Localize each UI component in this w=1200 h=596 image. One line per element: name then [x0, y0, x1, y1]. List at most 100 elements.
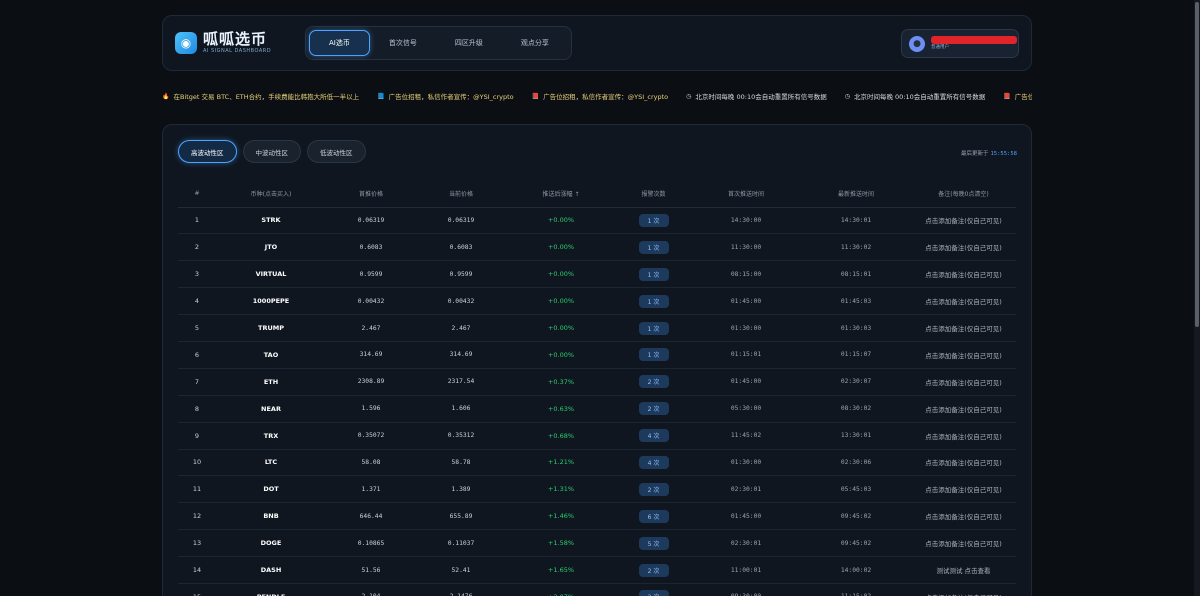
first-price: 0.9599 — [326, 260, 416, 289]
change-percent: +0.00% — [506, 341, 616, 369]
first-push-time: 01:45:00 — [691, 368, 801, 396]
first-price: 2.467 — [326, 314, 416, 342]
table-row: 15PENDLE2.1042.1476+2.07% 2 次 09:30:0011:1… — [178, 583, 1016, 596]
col-first-time-header: 首次推送时间 — [691, 181, 801, 208]
row-index: 3 — [178, 260, 216, 289]
change-percent: +1.58% — [506, 529, 616, 558]
coin-symbol-link[interactable]: VIRTUAL — [216, 260, 326, 289]
nav-opinion-share[interactable]: 观点分享 — [502, 30, 568, 56]
table-row: 12 BNB 646.44 655.89 +1.46% 6 次 01:45:00 09:45:… — [178, 502, 1016, 531]
ticker-item: 🔥 在Bitget 交易 BTC、ETH合约，手续费能比韩抱大所低一半以上 — [162, 91, 360, 102]
ticker-text: 北京时间每晚 00:10会自动重置所有信号数据 — [695, 93, 827, 101]
first-price: 1.596 — [326, 395, 416, 423]
row-index: 2 — [178, 233, 216, 262]
coin-symbol-link[interactable]: ETH — [216, 368, 326, 396]
nav-first-signal[interactable]: 首次信号 — [370, 30, 436, 56]
note-button[interactable]: 点击添加备注(仅自己可见) — [911, 475, 1016, 504]
col-note-header: 备注(每晚0点清空) — [911, 181, 1016, 208]
coin-symbol-link[interactable]: JTO — [216, 233, 326, 262]
table-row: 9 TRX 0.35072 0.35312 +0.68% 4 次 11:45:02 13:30… — [178, 422, 1016, 450]
note-button[interactable]: 点击添加备注(仅自己可见) — [911, 395, 1016, 423]
alert-count-badge: 1 次 — [638, 321, 669, 335]
current-price: 1.606 — [416, 395, 506, 423]
table-row: 7 ETH 2308.89 2317.54 +0.37% 2 次 01:45:00 02:30… — [178, 368, 1016, 396]
coin-symbol-link[interactable]: DOGE — [216, 529, 326, 558]
last-updated-time: 15:55:58 — [990, 151, 1018, 157]
first-price: 58.08 — [326, 449, 416, 477]
coin-symbol-link[interactable]: DASH — [216, 556, 326, 584]
first-push-time: 01:30:00 — [691, 449, 801, 477]
latest-push-time: 01:45:03 — [801, 287, 911, 316]
ticker-text: 广告位招 — [1014, 93, 1032, 101]
row-index: 1 — [178, 207, 216, 235]
coin-symbol-link[interactable]: TAO — [216, 341, 326, 369]
alert-count-badge: 1 次 — [638, 267, 669, 281]
note-button[interactable]: 点击添加备注(仅自己可见) — [911, 529, 1016, 558]
note-button[interactable]: 点击添加备注(仅自己可见) — [911, 583, 1016, 596]
alert-count-badge: 1 次 — [638, 213, 669, 227]
logo[interactable]: ◉ 呱呱选币 AI SIGNAL DASHBOARD — [175, 32, 290, 54]
alert-count-cell: 1 次 — [616, 341, 691, 369]
note-button[interactable]: 点击添加备注(仅自己可见) — [911, 449, 1016, 477]
coin-symbol-link[interactable]: DOT — [216, 475, 326, 504]
table-row: 5 TRUMP 2.467 2.467 +0.00% 1 次 01:30:00 01:30:0… — [178, 314, 1016, 342]
coin-symbol-link[interactable]: NEAR — [216, 395, 326, 423]
first-push-time: 14:30:00 — [691, 207, 801, 235]
ticker-text: 在Bitget 交易 BTC、ETH合约，手续费能比韩抱大所低一半以上 — [173, 93, 360, 101]
ticker-text: 广告位招租，私信作者宣传：@YSI_crypto — [543, 93, 669, 101]
announcement-icon: 📕 — [531, 92, 540, 100]
note-button[interactable]: 点击添加备注(仅自己可见) — [911, 233, 1016, 262]
note-button[interactable]: 点击添加备注(仅自己可见) — [911, 260, 1016, 289]
row-index: 8 — [178, 395, 216, 423]
coin-symbol-link[interactable]: LTC — [216, 449, 326, 477]
tab-mid-volatility[interactable]: 中波动性区 — [242, 140, 301, 163]
first-price: 0.35072 — [326, 422, 416, 450]
coin-symbol-link[interactable]: TRX — [216, 422, 326, 450]
change-percent: +1.46% — [506, 502, 616, 531]
note-button[interactable]: 点击添加备注(仅自己可见) — [911, 287, 1016, 316]
coin-symbol-link[interactable]: STRK — [216, 207, 326, 235]
current-price: 0.00432 — [416, 287, 506, 316]
alert-count-badge: 6 次 — [638, 509, 669, 523]
note-button[interactable]: 点击添加备注(仅自己可见) — [911, 207, 1016, 235]
row-index: 7 — [178, 368, 216, 396]
change-percent: +0.00% — [506, 233, 616, 262]
col-change-sort-header[interactable]: 推送后涨幅 ↑ — [506, 181, 616, 208]
alert-count-badge: 2 次 — [638, 590, 669, 596]
alert-count-cell: 1 次 — [616, 260, 691, 289]
note-button[interactable]: 点击添加备注(仅自己可见) — [911, 341, 1016, 369]
alert-count-cell: 2 次 — [616, 368, 691, 396]
coin-symbol-link[interactable]: BNB — [216, 502, 326, 531]
tab-high-volatility[interactable]: 高波动性区 — [178, 140, 237, 163]
coin-symbol-link[interactable]: TRUMP — [216, 314, 326, 342]
note-button[interactable]: 测试测试 点击查看 — [911, 556, 1016, 584]
table-row: 6 TAO 314.69 314.69 +0.00% 1 次 01:15:01 01:15:0… — [178, 341, 1016, 369]
latest-push-time: 01:15:07 — [801, 341, 911, 369]
note-button[interactable]: 点击添加备注(仅自己可见) — [911, 314, 1016, 342]
coin-symbol-link[interactable]: 1000PEPE — [216, 287, 326, 316]
first-push-time: 01:15:01 — [691, 341, 801, 369]
alert-count-badge: 2 次 — [638, 563, 669, 577]
change-percent: +1.21% — [506, 449, 616, 477]
current-price: 0.9599 — [416, 260, 506, 289]
current-price: 2.467 — [416, 314, 506, 342]
latest-push-time: 14:00:02 — [801, 556, 911, 584]
current-price: 0.06319 — [416, 207, 506, 235]
nav-zone-upgrade[interactable]: 四区升级 — [436, 30, 502, 56]
note-button[interactable]: 点击添加备注(仅自己可见) — [911, 368, 1016, 396]
note-button[interactable]: 点击添加备注(仅自己可见) — [911, 422, 1016, 450]
nav-ai-pick[interactable]: AI选币 — [309, 30, 370, 56]
row-index: 15 — [178, 583, 216, 596]
note-button[interactable]: 点击添加备注(仅自己可见) — [911, 502, 1016, 531]
table-row: 8 NEAR 1.596 1.606 +0.63% 2 次 05:30:00 08:30:02… — [178, 395, 1016, 423]
tab-low-volatility[interactable]: 低波动性区 — [307, 140, 366, 163]
user-menu[interactable]: ● 普通用户 — [901, 29, 1019, 58]
first-push-time: 01:45:00 — [691, 502, 801, 531]
clock-icon: ◷ — [844, 92, 850, 100]
alert-count-cell: 2 次 — [616, 395, 691, 423]
logo-subtitle: AI SIGNAL DASHBOARD — [203, 48, 272, 54]
first-push-time: 02:30:01 — [691, 475, 801, 504]
page-scrollbar-thumb[interactable] — [1195, 2, 1199, 327]
coin-symbol-link[interactable]: PENDLE — [216, 583, 326, 596]
latest-push-time: 09:45:02 — [801, 502, 911, 531]
